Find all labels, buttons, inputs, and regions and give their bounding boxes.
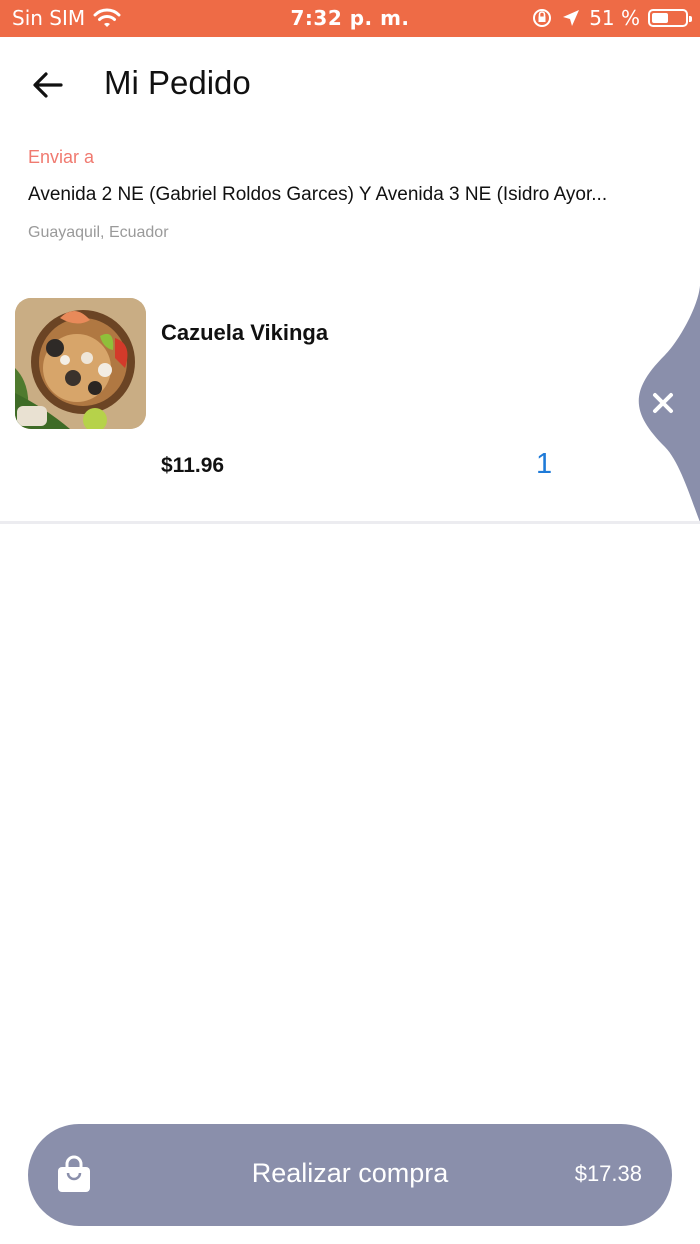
product-name: Cazuela Vikinga (161, 320, 329, 345)
delete-swipe-shape (638, 280, 700, 522)
checkout-button[interactable]: Realizar compra $17.38 (28, 1124, 672, 1226)
product-quantity[interactable]: 1 (536, 448, 552, 481)
product-image (15, 298, 146, 429)
status-right: 51 % (531, 6, 692, 30)
location-arrow-icon (563, 10, 580, 26)
product-price: $11.96 (161, 454, 225, 477)
delete-item-button[interactable] (630, 280, 700, 522)
battery-percent: 51 % (589, 6, 640, 30)
divider (0, 521, 700, 524)
orientation-lock-icon (533, 9, 552, 27)
arrow-left-icon[interactable] (28, 65, 68, 105)
status-bar: Sin SIM 7:32 p. m. 51 % (0, 0, 700, 37)
checkout-total: $17.38 (574, 1161, 642, 1186)
cart-item: Cazuela Vikinga $11.96 1 (0, 280, 700, 522)
battery-icon (648, 9, 692, 27)
seafood-cazuela-photo (15, 298, 146, 429)
delivery-address[interactable]: Avenida 2 NE (Gabriel Roldos Garces) Y A… (28, 184, 676, 206)
delivery-city: Guayaquil, Ecuador (28, 224, 169, 241)
delivery-label: Enviar a (28, 147, 95, 167)
battery-fill (652, 13, 669, 23)
battery-cap (689, 16, 692, 22)
header: Mi Pedido (0, 37, 700, 132)
page-title: Mi Pedido (104, 64, 251, 101)
